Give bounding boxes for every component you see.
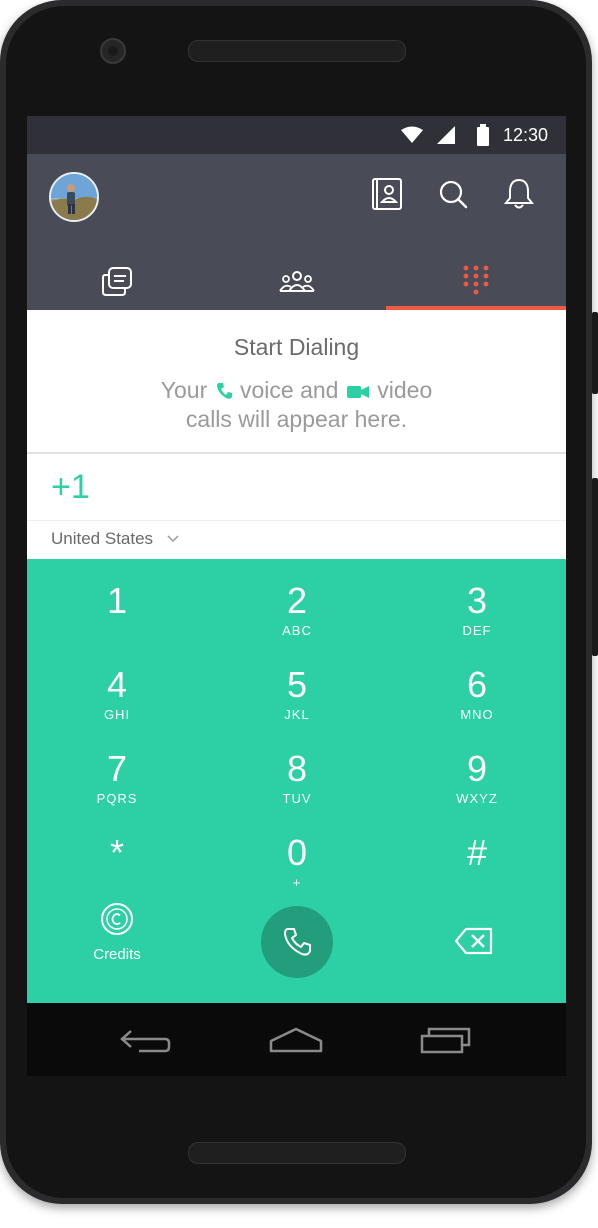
backspace-icon[interactable] (455, 927, 493, 955)
recent-apps-icon[interactable] (419, 1025, 473, 1055)
key-digit: 2 (286, 580, 308, 621)
key-digit: # (466, 832, 488, 873)
status-bar: 12:30 (27, 116, 566, 154)
key-letters: JKL (284, 707, 310, 722)
key-3[interactable]: 3 DEF (397, 581, 557, 655)
app-header (27, 154, 566, 310)
call-button[interactable] (261, 906, 333, 978)
key-letters: DEF (462, 623, 492, 638)
key-digit: * (109, 832, 124, 873)
status-time: 12:30 (502, 125, 548, 145)
app-screen: 12:30 Start Dialing Your voice and video… (27, 116, 566, 1076)
key-star[interactable]: * (37, 833, 197, 907)
key-9[interactable]: 9 WXYZ (397, 749, 557, 823)
dialpad-icon (463, 265, 489, 295)
battery-icon (477, 124, 489, 146)
credits-label: Credits (93, 946, 141, 963)
tab-dialpad[interactable] (386, 254, 566, 310)
user-avatar[interactable] (49, 172, 99, 222)
front-camera (100, 38, 126, 64)
bottom-speaker (188, 1142, 406, 1164)
key-digit: 9 (466, 748, 488, 789)
avatar-photo (51, 174, 97, 220)
empty-state-subtitle: Your voice and video calls will appear h… (27, 376, 566, 434)
volume-button (592, 312, 598, 394)
group-people-icon (279, 271, 315, 292)
key-digit: 5 (286, 664, 308, 705)
phone-voice-icon (216, 383, 232, 399)
empty-state-title: Start Dialing (233, 334, 360, 360)
top-speaker (188, 40, 406, 62)
contacts-book-icon[interactable] (369, 176, 405, 212)
video-camera-icon (346, 386, 369, 398)
subtitle-video: video (377, 377, 433, 403)
country-label: United States (51, 529, 154, 548)
key-7[interactable]: 7 PQRS (37, 749, 197, 823)
key-5[interactable]: 5 JKL (217, 665, 377, 739)
dialer-keypad: 1 2 ABC 3 DEF 4 GHI 5 JKL 6 MNO 7 PQRS 8 (27, 559, 566, 1003)
key-4[interactable]: 4 GHI (37, 665, 197, 739)
subtitle-voice: voice and (240, 377, 339, 403)
key-2[interactable]: 2 ABC (217, 581, 377, 655)
key-digit: 4 (106, 664, 128, 705)
country-selector[interactable]: United States (27, 521, 566, 559)
key-letters: GHI (103, 707, 131, 722)
system-navigation-bar (27, 1003, 566, 1076)
key-1[interactable]: 1 (37, 581, 197, 655)
key-letters: + (292, 875, 302, 890)
key-6[interactable]: 6 MNO (397, 665, 557, 739)
empty-state: Start Dialing Your voice and video calls… (27, 310, 566, 454)
key-letters: PQRS (96, 791, 138, 806)
key-0[interactable]: 0 + (217, 833, 377, 907)
home-icon[interactable] (267, 1025, 325, 1055)
key-digit: 1 (106, 580, 128, 621)
subtitle-prefix: Your (160, 377, 208, 403)
key-digit: 6 (466, 664, 488, 705)
bell-icon[interactable] (501, 176, 537, 212)
key-letters: ABC (282, 623, 312, 638)
key-digit: 8 (286, 748, 308, 789)
key-digit: 3 (466, 580, 488, 621)
key-letters: WXYZ (456, 791, 498, 806)
key-8[interactable]: 8 TUV (217, 749, 377, 823)
search-icon[interactable] (435, 176, 471, 212)
key-digit: 0 (286, 832, 308, 873)
chat-bubbles-icon (102, 267, 132, 296)
phone-call-icon (284, 928, 311, 956)
key-digit: 7 (106, 748, 128, 789)
key-hash[interactable]: # (397, 833, 557, 907)
subtitle-line2: calls will appear here. (185, 406, 408, 432)
key-letters: TUV (282, 791, 312, 806)
credits-button[interactable]: Credits (77, 901, 157, 963)
chevron-down-icon (167, 535, 179, 543)
back-arrow-icon[interactable] (119, 1025, 173, 1055)
tab-chats[interactable] (27, 254, 207, 310)
wifi-icon (401, 126, 423, 143)
tab-groups[interactable] (207, 254, 387, 310)
key-letters: MNO (460, 707, 494, 722)
credits-coin-icon (101, 903, 133, 935)
power-button (592, 478, 598, 656)
phone-number-field[interactable]: +1 (27, 454, 566, 521)
signal-icon (437, 126, 455, 144)
phone-number-value: +1 (51, 468, 90, 506)
